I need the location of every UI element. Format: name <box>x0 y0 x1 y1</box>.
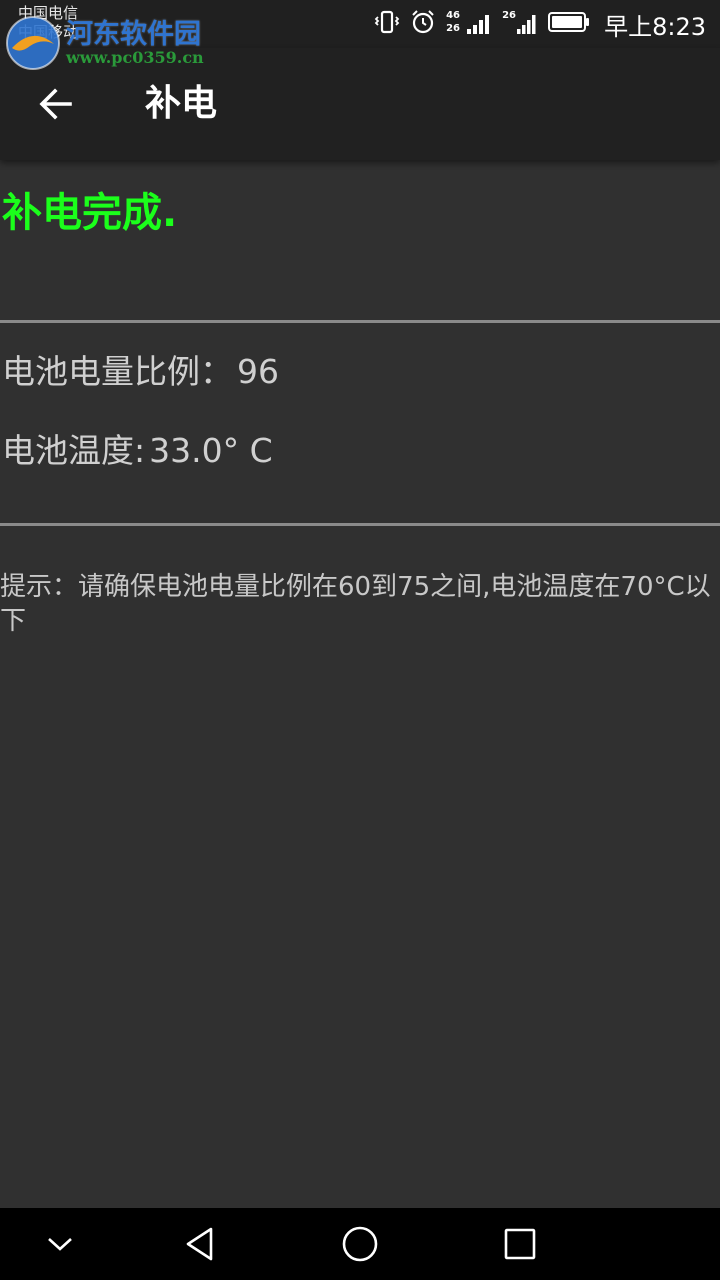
nav-home-button[interactable] <box>300 1208 420 1280</box>
watermark-logo-icon <box>6 16 60 70</box>
watermark-title: 河东软件园 <box>66 19 201 50</box>
back-button[interactable] <box>28 76 84 132</box>
network-type-2: 26 <box>446 23 461 34</box>
watermark: 河东软件园 www.pc0359.cn <box>4 8 214 72</box>
nav-hide-button[interactable] <box>0 1208 120 1280</box>
navigation-bar <box>0 1208 720 1280</box>
signal-icon: 46 26 <box>446 10 492 37</box>
divider <box>0 523 720 526</box>
battery-icon <box>548 11 590 37</box>
network-type-3: 26 <box>502 10 517 21</box>
nav-recent-button[interactable] <box>460 1208 580 1280</box>
battery-temp-label: 电池温度: <box>2 431 146 470</box>
phone-screen: 中国电信 中国移动 46 26 <box>0 0 720 1280</box>
signal-icon: 26 <box>502 10 538 37</box>
battery-level-label: 电池电量比例： <box>2 352 233 391</box>
network-type-1: 46 <box>446 10 461 21</box>
main-content: 补电完成. 电池电量比例： 96 电池温度: 33.0° C 提示：请确保电池电量比… <box>0 160 720 1208</box>
battery-level-value: 96 <box>237 352 279 391</box>
hint-text: 提示：请确保电池电量比例在60到75之间,电池温度在70°C以下 <box>0 572 711 636</box>
page-title: 补电 <box>145 83 218 124</box>
triangle-back-icon <box>186 1227 213 1261</box>
chevron-down-icon <box>48 1238 72 1251</box>
arrow-left-icon <box>39 88 72 120</box>
status-icons: 46 26 26 早上8:23 <box>374 0 706 48</box>
watermark-url: www.pc0359.cn <box>66 48 204 67</box>
alarm-icon <box>410 9 436 39</box>
charge-status-message: 补电完成. <box>2 190 178 236</box>
nav-back-button[interactable] <box>140 1208 260 1280</box>
circle-home-icon <box>342 1226 378 1262</box>
status-time: 早上8:23 <box>604 12 706 41</box>
vibrate-icon <box>374 9 400 39</box>
battery-temp-row: 电池温度: 33.0° C <box>2 429 273 473</box>
square-recent-icon <box>504 1228 536 1260</box>
battery-level-row: 电池电量比例： 96 <box>2 350 279 394</box>
battery-temp-value: 33.0° C <box>149 431 273 470</box>
divider <box>0 320 720 323</box>
